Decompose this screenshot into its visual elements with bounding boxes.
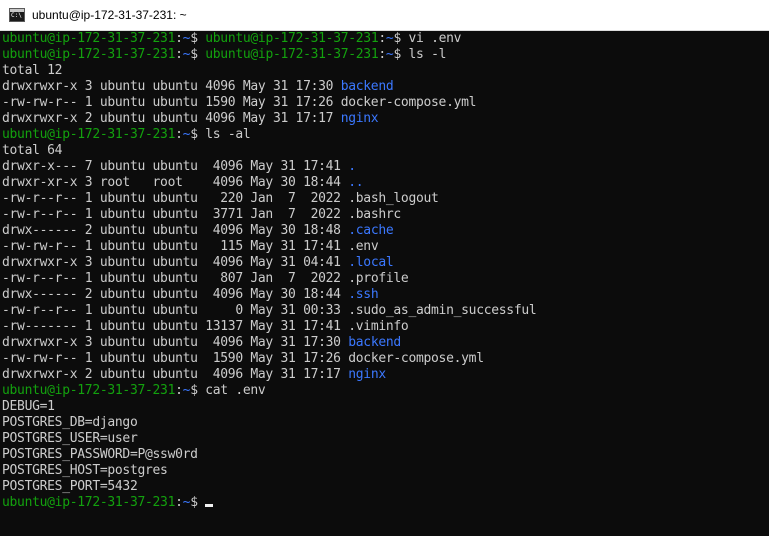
prompt-line: ubuntu@ip-172-31-37-231:~$ ubuntu@ip-172… [2,47,769,63]
output-line: total 12 [2,63,63,78]
file-name: .bash_logout [348,191,439,206]
output-line: total 64 [2,143,63,158]
file-listing-row: drwxr-x--- 7 ubuntu ubuntu 4096 May 31 1… [2,159,769,175]
prompt-symbol: $ [190,383,206,398]
file-listing-row: drwxrwxr-x 3 ubuntu ubuntu 4096 May 31 1… [2,79,769,95]
prompt-separator: : [175,31,183,46]
file-listing-row: drwxrwxr-x 2 ubuntu ubuntu 4096 May 31 1… [2,367,769,383]
title-bar[interactable]: ubuntu@ip-172-31-37-231: ~ [0,0,769,31]
output-line: POSTGRES_DB=django [2,415,138,430]
file-metadata: -rw-r--r-- 1 ubuntu ubuntu 807 Jan 7 202… [2,271,349,286]
directory-name: .ssh [348,287,379,302]
file-metadata: -rw-r--r-- 1 ubuntu ubuntu 0 May 31 00:3… [2,303,349,318]
command-echo-text: $ ls -l [393,47,447,62]
file-name: docker-compose.yml [348,351,484,366]
file-metadata: -rw-r--r-- 1 ubuntu ubuntu 220 Jan 7 202… [2,191,349,206]
directory-name: .local [348,255,394,270]
directory-name: . [348,159,356,174]
prompt-user-host: ubuntu@ip-172-31-37-231 [2,127,176,142]
file-metadata: drwx------ 2 ubuntu ubuntu 4096 May 30 1… [2,287,349,302]
file-name: .sudo_as_admin_successful [348,303,537,318]
file-listing-row: drwxrwxr-x 3 ubuntu ubuntu 4096 May 31 1… [2,335,769,351]
file-listing-row: -rw-r--r-- 1 ubuntu ubuntu 807 Jan 7 202… [2,271,769,287]
prompt-line: ubuntu@ip-172-31-37-231:~$ ubuntu@ip-172… [2,31,769,47]
prompt-separator: : [175,495,183,510]
file-name: .viminfo [348,319,409,334]
file-metadata: -rw-rw-r-- 1 ubuntu ubuntu 1590 May 31 1… [2,351,349,366]
file-name: .profile [348,271,409,286]
command-echo-separator: : [378,31,386,46]
file-listing-row: -rw-r--r-- 1 ubuntu ubuntu 0 May 31 00:3… [2,303,769,319]
file-listing-row: drwxrwxr-x 2 ubuntu ubuntu 4096 May 31 1… [2,111,769,127]
file-name: docker-compose.yml [340,95,477,110]
command-text: ls -al [205,127,251,142]
file-listing-row: -rw-r--r-- 1 ubuntu ubuntu 3771 Jan 7 20… [2,207,769,223]
file-listing-row: drwx------ 2 ubuntu ubuntu 4096 May 30 1… [2,287,769,303]
file-listing-row: drwxr-xr-x 3 root root 4096 May 30 18:44… [2,175,769,191]
terminal-window: ubuntu@ip-172-31-37-231: ~ ubuntu@ip-172… [0,0,769,536]
prompt-symbol: $ [190,47,206,62]
file-metadata: drwxrwxr-x 3 ubuntu ubuntu 4096 May 31 1… [2,335,349,350]
prompt-symbol: $ [190,495,206,510]
console-app-icon[interactable] [9,8,25,22]
file-listing-row: drwx------ 2 ubuntu ubuntu 4096 May 30 1… [2,223,769,239]
output-line: POSTGRES_PORT=5432 [2,479,138,494]
directory-name: .. [348,175,364,190]
directory-name: backend [348,335,401,350]
file-metadata: -rw-r--r-- 1 ubuntu ubuntu 3771 Jan 7 20… [2,207,349,222]
file-metadata: -rw-rw-r-- 1 ubuntu ubuntu 1590 May 31 1… [2,95,341,110]
directory-name: nginx [348,367,386,382]
file-metadata: drwxrwxr-x 2 ubuntu ubuntu 4096 May 31 1… [2,367,349,382]
file-metadata: -rw-rw-r-- 1 ubuntu ubuntu 115 May 31 17… [2,239,349,254]
command-echo-separator: : [378,47,386,62]
file-metadata: drwxrwxr-x 2 ubuntu ubuntu 4096 May 31 1… [2,111,341,126]
file-metadata: drwx------ 2 ubuntu ubuntu 4096 May 30 1… [2,223,349,238]
output-line: POSTGRES_PASSWORD=P@ssw0rd [2,447,198,462]
prompt-user-host: ubuntu@ip-172-31-37-231 [2,495,176,510]
prompt-user-host: ubuntu@ip-172-31-37-231 [2,31,176,46]
file-name: .bashrc [348,207,401,222]
file-listing-row: drwxrwxr-x 3 ubuntu ubuntu 4096 May 31 0… [2,255,769,271]
file-metadata: -rw------- 1 ubuntu ubuntu 13137 May 31 … [2,319,349,334]
file-listing-row: -rw-rw-r-- 1 ubuntu ubuntu 115 May 31 17… [2,239,769,255]
file-listing-row: -rw------- 1 ubuntu ubuntu 13137 May 31 … [2,319,769,335]
prompt-user-host: ubuntu@ip-172-31-37-231 [2,47,176,62]
command-echo-text: $ vi .env [393,31,462,46]
directory-name: backend [340,79,394,94]
prompt-symbol: $ [190,127,206,142]
file-listing-row: -rw-rw-r-- 1 ubuntu ubuntu 1590 May 31 1… [2,95,769,111]
prompt-line: ubuntu@ip-172-31-37-231:~$ ls -al [2,127,769,143]
file-name: .env [348,239,379,254]
file-metadata: drwxr-x--- 7 ubuntu ubuntu 4096 May 31 1… [2,159,349,174]
prompt-user-host: ubuntu@ip-172-31-37-231 [2,383,176,398]
command-text: cat .env [205,383,266,398]
output-line: POSTGRES_HOST=postgres [2,463,168,478]
directory-name: nginx [340,111,379,126]
file-listing-row: -rw-rw-r-- 1 ubuntu ubuntu 1590 May 31 1… [2,351,769,367]
output-line: DEBUG=1 [2,399,55,414]
file-metadata: drwxrwxr-x 3 ubuntu ubuntu 4096 May 31 0… [2,255,349,270]
command-echo-user-host: ubuntu@ip-172-31-37-231 [205,31,379,46]
prompt-separator: : [175,127,183,142]
file-metadata: drwxr-xr-x 3 root root 4096 May 30 18:44 [2,175,349,190]
prompt-line: ubuntu@ip-172-31-37-231:~$ [2,495,769,511]
file-listing-row: -rw-r--r-- 1 ubuntu ubuntu 220 Jan 7 202… [2,191,769,207]
file-metadata: drwxrwxr-x 3 ubuntu ubuntu 4096 May 31 1… [2,79,341,94]
text-cursor [205,504,214,507]
command-echo-user-host: ubuntu@ip-172-31-37-231 [205,47,379,62]
window-title: ubuntu@ip-172-31-37-231: ~ [32,8,187,22]
prompt-separator: : [175,383,183,398]
output-line: POSTGRES_USER=user [2,431,138,446]
prompt-line: ubuntu@ip-172-31-37-231:~$ cat .env [2,383,769,399]
directory-name: .cache [348,223,394,238]
terminal-output[interactable]: ubuntu@ip-172-31-37-231:~$ ubuntu@ip-172… [2,31,769,536]
prompt-symbol: $ [190,31,206,46]
prompt-separator: : [175,47,183,62]
